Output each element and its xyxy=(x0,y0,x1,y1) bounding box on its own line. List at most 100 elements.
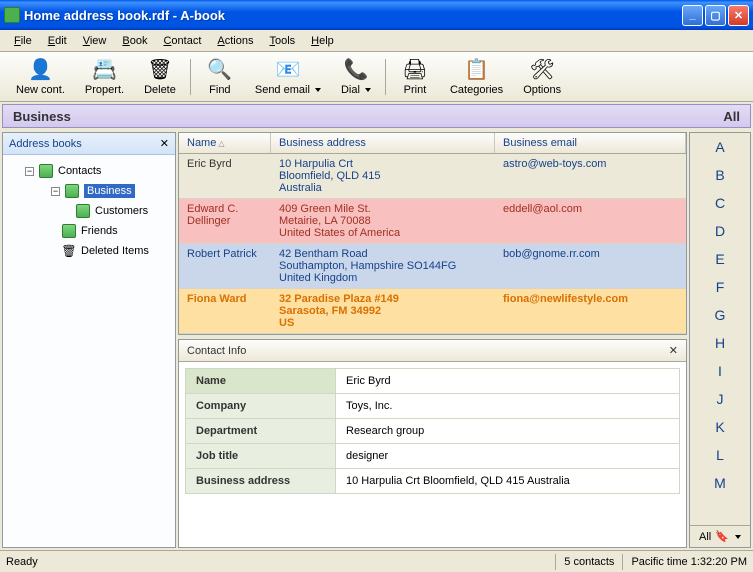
info-jobtitle-label: Job title xyxy=(186,444,336,469)
delete-button[interactable]: 🗑Delete xyxy=(134,56,186,98)
contact-info-body[interactable]: NameEric Byrd CompanyToys, Inc. Departme… xyxy=(179,362,686,547)
book-icon xyxy=(64,183,80,199)
print-button[interactable]: 🖨Print xyxy=(390,56,440,98)
alpha-f[interactable]: F xyxy=(690,273,750,301)
table-row[interactable]: Fiona Ward 32 Paradise Plaza #149Sarasot… xyxy=(179,289,686,334)
menu-view[interactable]: View xyxy=(75,32,115,50)
person-icon: 👤 xyxy=(28,58,52,82)
filter-all[interactable]: All xyxy=(723,109,740,124)
menu-help[interactable]: Help xyxy=(303,32,342,50)
alpha-c[interactable]: C xyxy=(690,189,750,217)
tools-icon: 🛠 xyxy=(530,58,554,82)
new-contact-button[interactable]: 👤New cont. xyxy=(6,56,75,98)
info-name-value: Eric Byrd xyxy=(336,369,680,394)
tree-friends[interactable]: Friends xyxy=(7,221,171,241)
titlebar[interactable]: Home address book.rdf - A-book _ ▢ ✕ xyxy=(0,0,753,30)
list-icon: 📋 xyxy=(465,58,489,82)
search-icon: 🔍 xyxy=(208,58,232,82)
printer-icon: 🖨 xyxy=(403,58,427,82)
window-close-button[interactable]: ✕ xyxy=(728,5,749,26)
contact-info-title: Contact Info xyxy=(187,345,246,357)
alpha-d[interactable]: D xyxy=(690,217,750,245)
tree-customers[interactable]: Customers xyxy=(7,201,171,221)
info-company-label: Company xyxy=(186,394,336,419)
app-icon xyxy=(4,7,20,23)
alpha-l[interactable]: L xyxy=(690,441,750,469)
status-count: 5 contacts xyxy=(564,556,614,568)
phone-icon: 📞 xyxy=(344,58,368,82)
menu-book[interactable]: Book xyxy=(114,32,155,50)
mail-icon: 📧 xyxy=(276,58,300,82)
col-name[interactable]: Name△ xyxy=(179,133,271,153)
alpha-index: A B C D E F G H I J K L M All 🔖 xyxy=(689,132,751,548)
alpha-m[interactable]: M xyxy=(690,469,750,497)
sidebar-close-icon[interactable]: ✕ xyxy=(160,137,169,150)
options-button[interactable]: 🛠Options xyxy=(513,56,571,98)
statusbar: Ready 5 contacts Pacific time 1:32:20 PM xyxy=(0,550,753,572)
tree-business[interactable]: − Business xyxy=(7,181,171,201)
book-icon xyxy=(75,203,91,219)
tree-contacts[interactable]: − Contacts xyxy=(7,161,171,181)
book-icon xyxy=(38,163,54,179)
menubar: File Edit View Book Contact Actions Tool… xyxy=(0,30,753,52)
book-icon xyxy=(61,223,77,239)
trash-icon: 🗑 xyxy=(148,58,172,82)
menu-contact[interactable]: Contact xyxy=(155,32,209,50)
alpha-e[interactable]: E xyxy=(690,245,750,273)
filter-icon[interactable]: 🔖 xyxy=(715,530,729,543)
find-button[interactable]: 🔍Find xyxy=(195,56,245,98)
sort-asc-icon: △ xyxy=(218,139,224,148)
tree-deleted[interactable]: Deleted Items xyxy=(7,241,171,261)
sidebar: Address books ✕ − Contacts − Business Cu… xyxy=(2,132,176,548)
menu-edit[interactable]: Edit xyxy=(40,32,75,50)
card-icon: 📇 xyxy=(92,58,116,82)
send-email-button[interactable]: 📧Send email xyxy=(245,56,331,98)
window-title: Home address book.rdf - A-book xyxy=(24,8,682,23)
table-row[interactable]: Edward C. Dellinger 409 Green Mile St.Me… xyxy=(179,199,686,244)
info-name-label: Name xyxy=(186,369,336,394)
dial-button[interactable]: 📞Dial xyxy=(331,56,381,98)
table-row[interactable]: Eric Byrd 10 Harpulia CrtBloomfield, QLD… xyxy=(179,154,686,199)
table-row[interactable]: Robert Patrick 42 Bentham RoadSouthampto… xyxy=(179,244,686,289)
properties-button[interactable]: 📇Propert. xyxy=(75,56,134,98)
info-department-value: Research group xyxy=(336,419,680,444)
info-jobtitle-value: designer xyxy=(336,444,680,469)
contact-info-header: Contact Info ✕ xyxy=(179,340,686,362)
menu-tools[interactable]: Tools xyxy=(261,32,303,50)
alpha-i[interactable]: I xyxy=(690,357,750,385)
maximize-button[interactable]: ▢ xyxy=(705,5,726,26)
chevron-down-icon[interactable] xyxy=(735,535,741,539)
separator xyxy=(190,59,191,95)
collapse-icon[interactable]: − xyxy=(25,167,34,176)
address-book-tree: − Contacts − Business Customers Friends … xyxy=(3,155,175,547)
alpha-k[interactable]: K xyxy=(690,413,750,441)
status-time: Pacific time 1:32:20 PM xyxy=(631,556,747,568)
sidebar-header: Address books ✕ xyxy=(3,133,175,155)
alpha-h[interactable]: H xyxy=(690,329,750,357)
alpha-a[interactable]: A xyxy=(690,133,750,161)
alpha-j[interactable]: J xyxy=(690,385,750,413)
alpha-g[interactable]: G xyxy=(690,301,750,329)
col-address[interactable]: Business address xyxy=(271,133,495,153)
category-header: Business All xyxy=(2,104,751,128)
info-busaddr-value: 10 Harpulia Crt Bloomfield, QLD 415 Aust… xyxy=(336,469,680,494)
trash-icon xyxy=(61,243,77,259)
chevron-down-icon xyxy=(315,88,321,92)
chevron-down-icon xyxy=(365,88,371,92)
toolbar: 👤New cont. 📇Propert. 🗑Delete 🔍Find 📧Send… xyxy=(0,52,753,102)
status-ready: Ready xyxy=(6,556,38,568)
panel-close-icon[interactable]: ✕ xyxy=(669,344,678,357)
categories-button[interactable]: 📋Categories xyxy=(440,56,513,98)
col-email[interactable]: Business email xyxy=(495,133,686,153)
collapse-icon[interactable]: − xyxy=(51,187,60,196)
alpha-all[interactable]: All xyxy=(699,531,711,543)
menu-file[interactable]: File xyxy=(6,32,40,50)
table-header: Name△ Business address Business email xyxy=(179,133,686,154)
menu-actions[interactable]: Actions xyxy=(209,32,261,50)
contacts-table: Name△ Business address Business email Er… xyxy=(178,132,687,335)
info-department-label: Department xyxy=(186,419,336,444)
current-category: Business xyxy=(13,109,71,124)
minimize-button[interactable]: _ xyxy=(682,5,703,26)
contact-info-panel: Contact Info ✕ NameEric Byrd CompanyToys… xyxy=(178,339,687,548)
alpha-b[interactable]: B xyxy=(690,161,750,189)
